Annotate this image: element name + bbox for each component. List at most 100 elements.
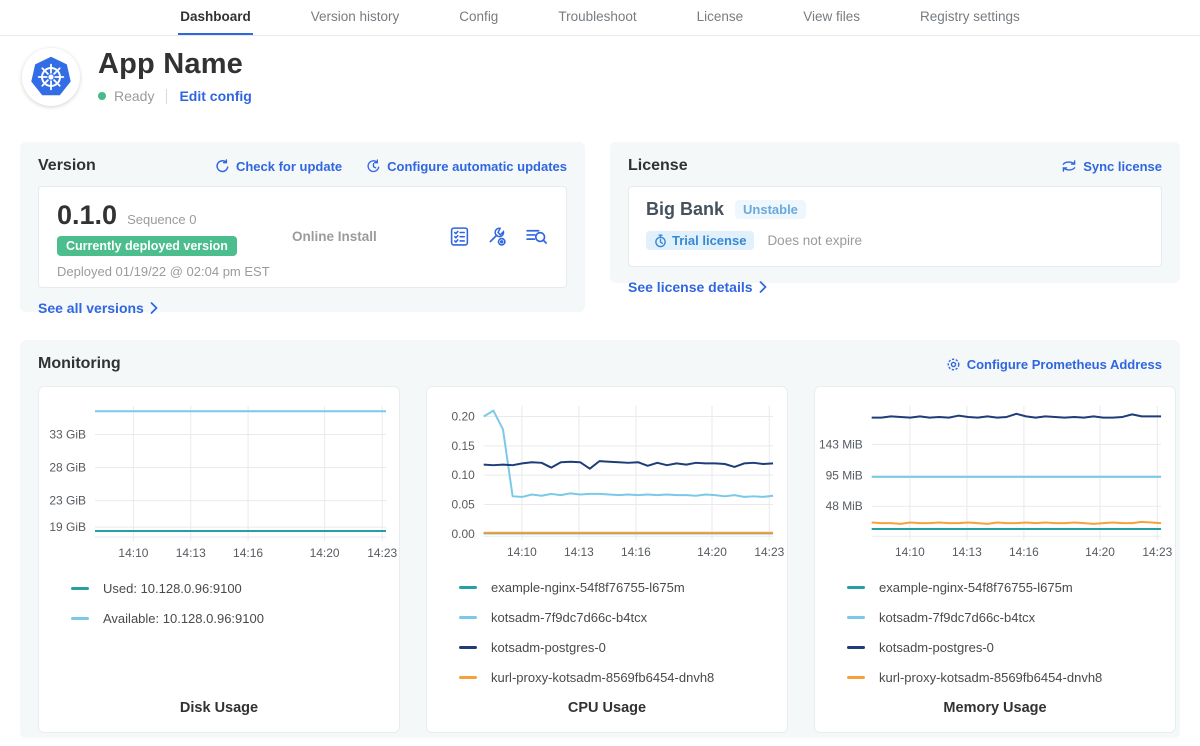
preflight-checks-icon[interactable] [449,226,470,247]
monitoring-card: Monitoring Configure Prometheus Address … [20,340,1180,738]
disk-usage-chart: 19 GiB23 GiB28 GiB33 GiB14:1014:1314:161… [39,393,399,571]
svg-text:14:10: 14:10 [507,545,537,559]
chart-legend: Used: 10.128.0.96:9100 Available: 10.128.… [71,581,399,641]
svg-text:19 GiB: 19 GiB [49,520,86,534]
svg-text:23 GiB: 23 GiB [49,494,86,508]
legend-item: kotsadm-7f9dc7d66c-b4tcx [847,610,1175,625]
chart-title: Memory Usage [815,700,1175,716]
legend-dash-icon [71,587,89,590]
svg-text:0.10: 0.10 [452,468,476,482]
app-header: App Name Ready Edit config [22,48,252,106]
stopwatch-icon [654,234,667,248]
tab-dashboard[interactable]: Dashboard [178,0,253,35]
svg-text:143 MiB: 143 MiB [819,437,863,451]
chevron-right-icon [150,302,158,314]
kubernetes-logo-icon [22,48,80,106]
chart-legend: example-nginx-54f8f76755-l675m kotsadm-7f… [459,580,787,700]
configure-automatic-updates-link[interactable]: Configure automatic updates [366,159,567,174]
legend-label: kotsadm-7f9dc7d66c-b4tcx [491,610,647,625]
license-expiry: Does not expire [767,233,862,248]
svg-text:14:13: 14:13 [952,545,982,559]
svg-text:0.05: 0.05 [452,497,476,511]
svg-text:28 GiB: 28 GiB [49,461,86,475]
memory-usage-chart: 48 MiB95 MiB143 MiB14:1014:1314:1614:201… [815,393,1175,570]
license-panel: Big Bank Unstable Trial license Does not… [628,186,1162,267]
see-license-details-link[interactable]: See license details [628,279,767,295]
svg-text:48 MiB: 48 MiB [826,499,863,513]
svg-text:14:16: 14:16 [233,546,263,560]
legend-dash-icon [459,676,477,679]
cpu-usage-chart: 0.000.050.100.150.2014:1014:1314:1614:20… [427,393,787,570]
legend-item: example-nginx-54f8f76755-l675m [459,580,787,595]
svg-text:14:20: 14:20 [310,546,340,560]
tab-registry-settings[interactable]: Registry settings [918,0,1022,35]
memory-usage-panel: 48 MiB95 MiB143 MiB14:1014:1314:1614:201… [814,386,1176,733]
deployed-version-panel: 0.1.0 Sequence 0 Currently deployed vers… [38,186,567,288]
tab-view-files[interactable]: View files [801,0,862,35]
chevron-right-icon [759,281,767,293]
svg-text:14:20: 14:20 [697,545,727,559]
deployed-timestamp: Deployed 01/19/22 @ 02:04 pm EST [57,264,292,279]
svg-text:14:23: 14:23 [1142,545,1172,559]
legend-label: kurl-proxy-kotsadm-8569fb6454-dnvh8 [879,670,1102,685]
tab-config[interactable]: Config [457,0,500,35]
cpu-usage-panel: 0.000.050.100.150.2014:1014:1314:1614:20… [426,386,788,733]
legend-item: kurl-proxy-kotsadm-8569fb6454-dnvh8 [847,670,1175,685]
sync-license-link[interactable]: Sync license [1061,159,1162,174]
edit-config-link[interactable]: Edit config [179,88,251,104]
tab-troubleshoot[interactable]: Troubleshoot [556,0,638,35]
clock-refresh-icon [366,159,381,174]
trial-license-badge: Trial license [646,231,754,250]
gear-icon [946,357,961,372]
legend-label: kotsadm-postgres-0 [491,640,606,655]
config-wrench-icon[interactable] [487,226,508,247]
page-title: App Name [98,48,252,81]
legend-label: kurl-proxy-kotsadm-8569fb6454-dnvh8 [491,670,714,685]
license-card: License Sync license Big Bank Unstable [610,142,1180,283]
legend-label: Used: 10.128.0.96:9100 [103,581,242,596]
legend-item: Available: 10.128.0.96:9100 [71,611,399,626]
legend-label: kotsadm-7f9dc7d66c-b4tcx [879,610,1035,625]
legend-label: example-nginx-54f8f76755-l675m [491,580,685,595]
check-for-update-link[interactable]: Check for update [215,159,342,174]
svg-text:0.15: 0.15 [452,439,476,453]
monitoring-title: Monitoring [38,355,121,373]
status-dot [98,92,106,100]
legend-label: example-nginx-54f8f76755-l675m [879,580,1073,595]
disk-usage-panel: 19 GiB23 GiB28 GiB33 GiB14:1014:1314:161… [38,386,400,733]
svg-text:33 GiB: 33 GiB [49,427,86,441]
chart-legend: example-nginx-54f8f76755-l675m kotsadm-7f… [847,580,1175,700]
svg-text:14:16: 14:16 [621,545,651,559]
see-all-versions-link[interactable]: See all versions [38,300,158,316]
license-card-title: License [628,157,688,175]
legend-item: kotsadm-7f9dc7d66c-b4tcx [459,610,787,625]
svg-text:14:10: 14:10 [118,546,148,560]
legend-item: example-nginx-54f8f76755-l675m [847,580,1175,595]
legend-item: kurl-proxy-kotsadm-8569fb6454-dnvh8 [459,670,787,685]
sync-arrows-icon [1061,159,1077,173]
chart-title: CPU Usage [427,700,787,716]
version-sequence: Sequence 0 [127,212,196,227]
tab-license[interactable]: License [695,0,746,35]
install-type-label: Online Install [292,200,449,273]
version-number: 0.1.0 [57,200,117,231]
divider [166,89,167,104]
svg-text:14:23: 14:23 [367,546,397,560]
configure-prometheus-link[interactable]: Configure Prometheus Address [946,357,1162,372]
view-diff-logs-icon[interactable] [525,226,548,247]
legend-dash-icon [459,586,477,589]
legend-dash-icon [847,646,865,649]
legend-label: Available: 10.128.0.96:9100 [103,611,264,626]
legend-label: kotsadm-postgres-0 [879,640,994,655]
legend-dash-icon [847,616,865,619]
legend-item: Used: 10.128.0.96:9100 [71,581,399,596]
legend-dash-icon [459,646,477,649]
status-text: Ready [114,88,154,104]
svg-text:14:20: 14:20 [1085,545,1115,559]
currently-deployed-badge: Currently deployed version [57,236,237,256]
customer-name: Big Bank [646,199,724,220]
svg-text:14:23: 14:23 [754,545,784,559]
tab-version-history[interactable]: Version history [309,0,402,35]
chart-title: Disk Usage [39,700,399,716]
legend-dash-icon [847,676,865,679]
